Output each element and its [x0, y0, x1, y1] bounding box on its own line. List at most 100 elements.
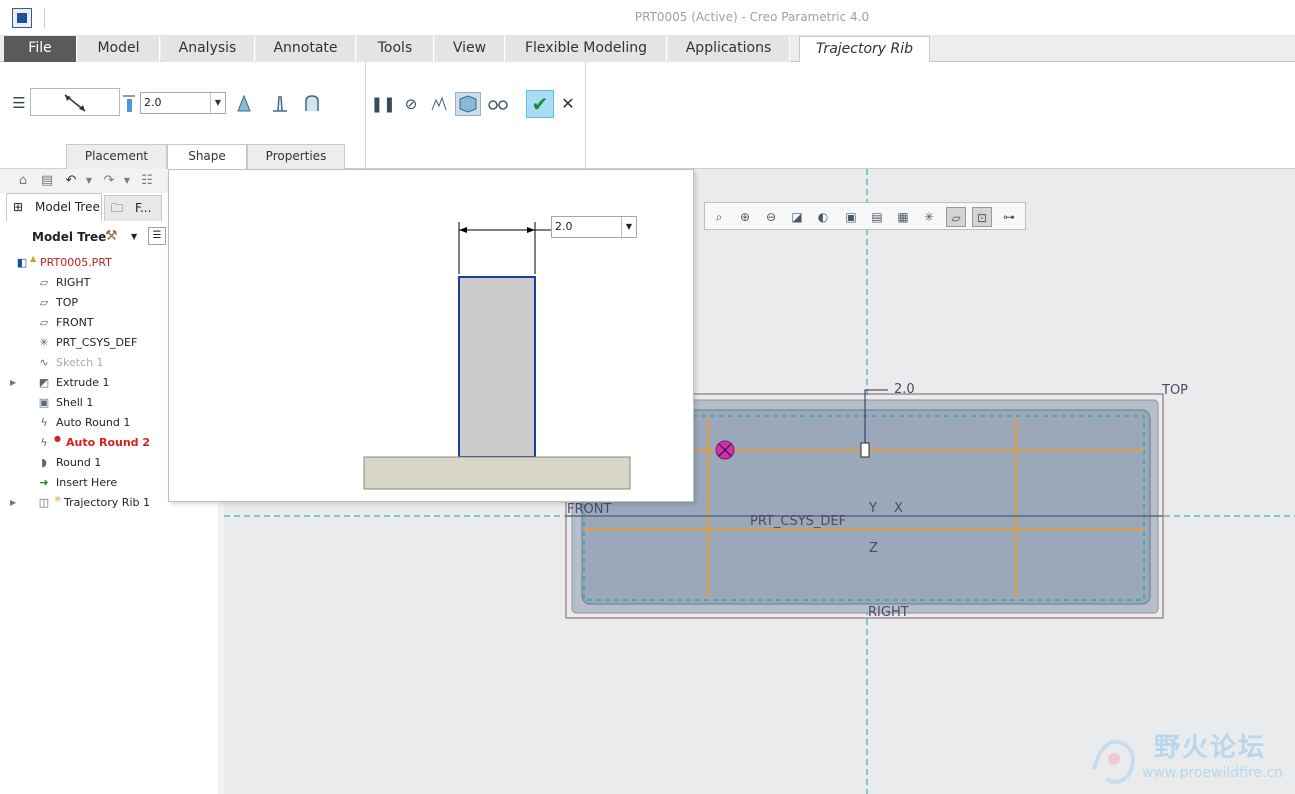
annotation-display-icon[interactable]: ⊡	[972, 207, 992, 227]
insert-arrow-icon: ➜	[39, 476, 49, 489]
csys-z-label: Z	[869, 541, 878, 556]
dimension-label[interactable]: 2.0	[894, 382, 915, 397]
thickness-icon	[120, 92, 138, 114]
tree-icon: ⊞	[13, 200, 24, 214]
tree-item[interactable]: ▱ TOP	[10, 293, 170, 313]
tab-flexible-modeling[interactable]: Flexible Modeling	[506, 36, 667, 62]
auto-round-icon: ϟ	[40, 416, 48, 429]
datum-plane-icon: ▱	[39, 276, 49, 289]
thickness-select[interactable]: 2.0 ▼	[140, 92, 226, 114]
plane-display-icon[interactable]: ▱	[946, 207, 966, 227]
tree-item-label: PRT_CSYS_DEF	[56, 336, 138, 349]
flip-direction-icon	[64, 94, 86, 112]
save-icon[interactable]: ▤	[38, 172, 56, 190]
tree-settings-icon[interactable]: ⚒	[105, 228, 118, 244]
tab-model-tree-label: Model Tree	[35, 200, 100, 214]
tree-item-label: Trajectory Rib 1	[64, 496, 150, 509]
tab-applications[interactable]: Applications	[668, 36, 790, 62]
zoom-in-icon[interactable]: ⊕	[735, 207, 755, 227]
tree-item-label: TOP	[56, 296, 79, 309]
model-tree-title: Model Tree	[32, 230, 107, 244]
cancel-button[interactable]: ✕	[558, 94, 578, 114]
tree-item[interactable]: ∿ Sketch 1	[10, 353, 170, 373]
tab-folder-browser[interactable]: 🗀 F...	[104, 195, 162, 221]
tree-item-label: Round 1	[56, 456, 102, 469]
display-style-icon[interactable]: ▣	[841, 207, 861, 227]
tree-item[interactable]: ▱ FRONT	[10, 313, 170, 333]
thicken-side-icon[interactable]: ☰	[8, 92, 30, 114]
tree-item[interactable]: ϟ Auto Round 1	[10, 413, 170, 433]
right-plane-label[interactable]: RIGHT	[868, 605, 909, 620]
tab-tools[interactable]: Tools	[357, 36, 434, 62]
redo-icon[interactable]: ↷	[100, 172, 118, 190]
view-manager-icon[interactable]: ▦	[893, 207, 913, 227]
zoom-out-icon[interactable]: ⊖	[761, 207, 781, 227]
navigator-tabs: ⊞ Model Tree 🗀 F...	[6, 193, 170, 223]
tree-item[interactable]: ϟ ● Auto Round 2	[10, 433, 170, 453]
top-plane-label[interactable]: TOP	[1162, 383, 1188, 398]
subtab-placement[interactable]: Placement	[66, 144, 167, 169]
tab-file[interactable]: File	[4, 36, 77, 62]
undo-icon[interactable]: ↶	[62, 172, 80, 190]
csys-label[interactable]: PRT_CSYS_DEF	[750, 514, 846, 529]
tab-trajectory-rib[interactable]: Trajectory Rib	[799, 36, 930, 63]
tree-item[interactable]: ◗ Round 1	[10, 453, 170, 473]
pause-icon[interactable]: ❚❚	[370, 93, 395, 115]
part-icon: ◧	[16, 256, 28, 269]
tree-item[interactable]: ✳ PRT_CSYS_DEF	[10, 333, 170, 353]
spin-center-icon[interactable]: ⊶	[999, 207, 1019, 227]
datum-display-icon[interactable]: ✳	[919, 207, 939, 227]
rounded-bottom-edges-icon[interactable]	[301, 92, 323, 114]
rib-handle	[860, 442, 870, 458]
tree-item-label: RIGHT	[56, 276, 91, 289]
tab-annotate[interactable]: Annotate	[256, 36, 356, 62]
chevron-down-icon[interactable]: ▼	[621, 217, 636, 237]
warning-icon: ▲	[30, 254, 37, 263]
saved-orientations-icon[interactable]: ▤	[867, 207, 887, 227]
rounded-top-edges-icon[interactable]	[269, 92, 291, 114]
tab-view[interactable]: View	[435, 36, 505, 62]
tree-item-label: PRT0005.PRT	[40, 256, 112, 269]
tree-item[interactable]: ▶ ◫ ✳ Trajectory Rib 1	[10, 493, 170, 513]
chevron-down-icon[interactable]: ▼	[118, 172, 136, 190]
graphics-toolbar: ⌕ ⊕ ⊖ ◪ ◐ ▣ ▤ ▦ ✳ ▱ ⊡ ⊶	[704, 202, 1026, 230]
tab-analysis[interactable]: Analysis	[161, 36, 255, 62]
chevron-down-icon[interactable]: ▼	[80, 172, 98, 190]
round-icon: ◗	[41, 456, 47, 469]
geometry-preview-icon[interactable]	[455, 92, 481, 116]
open-icon[interactable]: ⌂	[14, 172, 32, 190]
rib-width-select[interactable]: 2.0 ▼	[551, 216, 637, 238]
front-plane-label[interactable]: FRONT	[567, 502, 611, 517]
tree-item-label: Sketch 1	[56, 356, 104, 369]
show-icon[interactable]: ☰	[148, 227, 166, 245]
tree-item[interactable]: ▶ ◩ Extrude 1	[10, 373, 170, 393]
tree-item[interactable]: ▣ Shell 1	[10, 393, 170, 413]
verify-mode-icon[interactable]	[487, 93, 509, 115]
subtab-properties[interactable]: Properties	[247, 144, 345, 169]
tree-item[interactable]: ➜ Insert Here	[10, 473, 170, 493]
chevron-down-icon[interactable]: ▼	[210, 93, 225, 113]
add-taper-icon[interactable]	[233, 92, 255, 114]
close-icon: ✕	[561, 94, 575, 113]
expand-arrow-icon[interactable]: ▶	[10, 493, 20, 513]
ok-button[interactable]: ✔	[526, 90, 554, 118]
tab-model[interactable]: Model	[78, 36, 160, 62]
ribbon-separator	[585, 62, 586, 169]
repaint-icon[interactable]: ◪	[787, 207, 807, 227]
tree-item[interactable]: ▱ RIGHT	[10, 273, 170, 293]
shape-panel: 2.0 ▼	[168, 169, 694, 502]
chevron-down-icon[interactable]: ▼	[131, 232, 137, 241]
perspective-icon[interactable]: ◐	[813, 207, 833, 227]
expand-arrow-icon[interactable]: ▶	[10, 373, 20, 393]
no-preview-icon[interactable]: ⊘	[400, 93, 422, 115]
regenerate-icon[interactable]: ☷	[138, 172, 156, 190]
subtab-shape[interactable]: Shape	[167, 144, 247, 170]
datum-plane-icon: ▱	[39, 316, 49, 329]
tree-item[interactable]: ◧ ▲ PRT0005.PRT	[6, 253, 166, 273]
tab-model-tree[interactable]: ⊞ Model Tree	[6, 193, 102, 221]
rib-width-value: 2.0	[555, 220, 573, 233]
tree-item-label: Shell 1	[56, 396, 94, 409]
width-direction-field[interactable]	[30, 88, 120, 116]
attachment-preview-icon[interactable]	[428, 93, 450, 115]
refit-icon[interactable]: ⌕	[709, 207, 729, 227]
